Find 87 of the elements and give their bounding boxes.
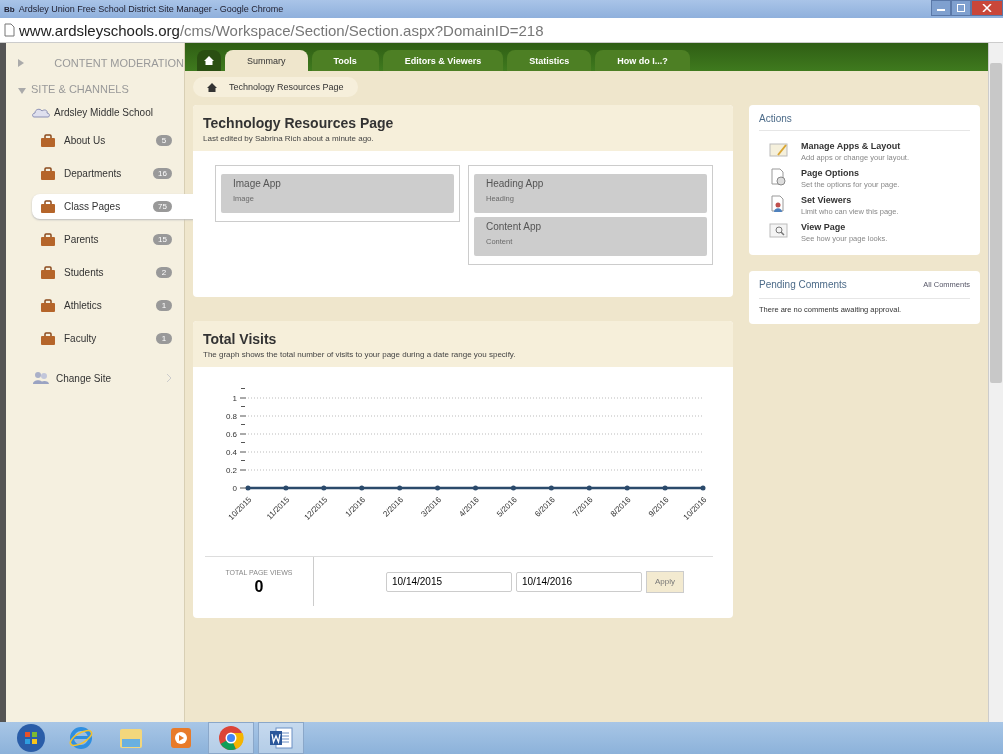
tab[interactable]: Statistics [507, 50, 592, 71]
apply-button[interactable]: Apply [646, 570, 684, 593]
scrollbar[interactable] [988, 43, 1003, 722]
data-point [283, 485, 289, 491]
data-point [359, 485, 365, 491]
sidebar-item[interactable]: Faculty 1 [32, 326, 184, 351]
pencil-icon [769, 141, 789, 157]
card-subtitle: Last edited by Sabrina Rich about a minute ago. [203, 134, 375, 143]
data-point [700, 485, 706, 491]
sidebar-item[interactable]: Students 2 [32, 260, 184, 285]
briefcase-icon [40, 331, 56, 346]
panel-title: Actions [759, 113, 970, 131]
data-point [397, 485, 403, 491]
y-tick-label: 0.8 [225, 412, 237, 421]
start-date-field[interactable]: 10/14/2015 [386, 571, 512, 592]
sidebar-item[interactable]: About Us 5 [32, 128, 184, 153]
briefcase-icon [40, 199, 56, 214]
data-point [321, 485, 327, 491]
close-button[interactable] [971, 0, 1003, 16]
card-title: Technology Resources Page [203, 115, 395, 131]
page-icon [4, 23, 15, 37]
briefcase-icon [40, 298, 56, 313]
action-link[interactable]: View Page [801, 222, 888, 232]
action-link[interactable]: Manage Apps & Layout [801, 141, 909, 151]
tab[interactable]: Summary [225, 50, 308, 71]
briefcase-icon [40, 265, 56, 280]
document-icon[interactable] [268, 725, 294, 751]
count-badge: 2 [156, 267, 172, 278]
url-host: www.ardsleyschools.org [19, 21, 180, 39]
magnifier-icon [769, 222, 789, 238]
panel-title: Pending Comments [759, 279, 847, 290]
tab[interactable]: Tools [311, 50, 379, 71]
breadcrumb-link[interactable]: Technology Resources Page [229, 82, 344, 92]
briefcase-icon [40, 232, 56, 247]
favicon-text: Bb [4, 4, 15, 14]
count-badge: 1 [156, 300, 172, 311]
page-gear-icon [769, 168, 789, 186]
maximize-icon [956, 4, 966, 12]
end-date-field[interactable]: 10/14/2016 [516, 571, 642, 592]
data-point [245, 485, 251, 491]
card-title: Total Visits [203, 331, 278, 347]
home-tab[interactable] [197, 50, 221, 71]
data-point [435, 485, 441, 491]
data-point [586, 485, 592, 491]
briefcase-icon [40, 166, 56, 181]
maximize-button[interactable] [951, 0, 971, 16]
start-button-icon[interactable] [16, 723, 46, 753]
card-subtitle: The graph shows the total number of visits to your page during a date range you specify. [203, 350, 517, 359]
y-tick-label: 0.2 [225, 466, 237, 475]
close-icon [982, 4, 992, 12]
chevron-icon [166, 373, 172, 383]
briefcase-icon [40, 133, 56, 148]
sidebar-item[interactable]: Class Pages 75 [32, 194, 194, 219]
data-point [662, 485, 668, 491]
tab[interactable]: How do I...? [595, 50, 690, 71]
people-icon [32, 371, 50, 385]
change-site-link[interactable]: Change Site [6, 359, 184, 385]
minimize-button[interactable] [931, 0, 951, 16]
total-views-value: 0 [254, 578, 264, 596]
sidebar-item[interactable]: Departments 16 [32, 161, 184, 186]
count-badge: 75 [153, 201, 172, 212]
count-badge: 5 [156, 135, 172, 146]
action-link[interactable]: Set Viewers [801, 195, 899, 205]
chrome-icon[interactable] [218, 725, 244, 751]
count-badge: 16 [153, 168, 172, 179]
y-tick-label: 0 [232, 484, 237, 493]
address-bar[interactable]: www.ardsleyschools.org/cms/Workspace/Section/Section.aspx?DomainID=218 [0, 18, 1003, 43]
media-player-icon[interactable] [169, 726, 193, 750]
data-point [473, 485, 478, 491]
url-path: /cms/Workspace/Section/Section.aspx?DomainID=218 [179, 21, 544, 39]
tab[interactable]: Editors & Viewers [382, 50, 504, 71]
y-tick-label: 0.6 [225, 430, 237, 439]
count-badge: 15 [153, 234, 172, 245]
site-name: Ardsley Middle School [54, 107, 153, 118]
home-icon [204, 56, 214, 65]
home-icon[interactable] [207, 82, 217, 92]
data-point [510, 485, 516, 491]
sidebar-item[interactable]: Athletics 1 [32, 293, 184, 318]
window-title: Ardsley Union Free School District Site Manager - Google Chrome [18, 4, 285, 14]
y-tick-label: 1 [232, 394, 237, 403]
count-badge: 1 [156, 333, 172, 344]
data-point [624, 485, 630, 491]
data-point [548, 485, 554, 491]
sidebar-item[interactable]: Parents 15 [32, 227, 184, 252]
action-link[interactable]: Page Options [801, 168, 900, 178]
y-tick-label: 0.4 [225, 448, 237, 457]
cloud-icon [32, 107, 50, 118]
